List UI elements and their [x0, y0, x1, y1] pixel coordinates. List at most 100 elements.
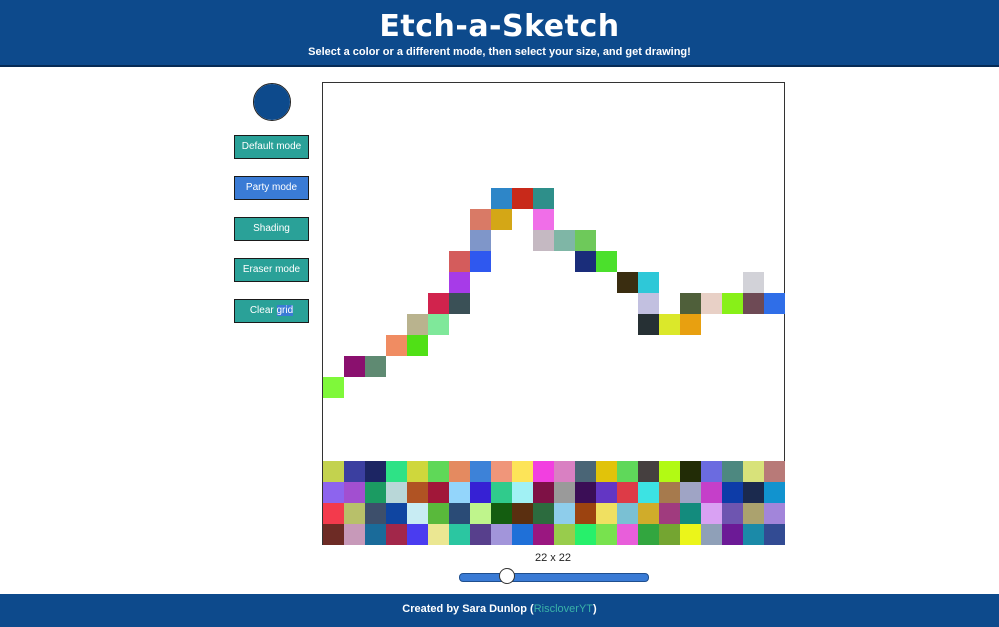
- grid-cell[interactable]: [323, 104, 344, 125]
- grid-cell[interactable]: [323, 167, 344, 188]
- grid-cell[interactable]: [596, 167, 617, 188]
- grid-cell[interactable]: [554, 167, 575, 188]
- grid-cell[interactable]: [512, 461, 533, 482]
- grid-cell[interactable]: [659, 104, 680, 125]
- grid-cell[interactable]: [491, 419, 512, 440]
- grid-cell[interactable]: [428, 335, 449, 356]
- grid-cell[interactable]: [680, 188, 701, 209]
- grid-cell[interactable]: [617, 167, 638, 188]
- grid-cell[interactable]: [722, 482, 743, 503]
- grid-cell[interactable]: [491, 524, 512, 545]
- grid-cell[interactable]: [638, 83, 659, 104]
- grid-cell[interactable]: [449, 461, 470, 482]
- grid-cell[interactable]: [407, 125, 428, 146]
- grid-cell[interactable]: [617, 293, 638, 314]
- grid-cell[interactable]: [617, 356, 638, 377]
- grid-cell[interactable]: [470, 356, 491, 377]
- grid-cell[interactable]: [407, 167, 428, 188]
- grid-cell[interactable]: [428, 461, 449, 482]
- grid-cell[interactable]: [344, 440, 365, 461]
- grid-cell[interactable]: [407, 146, 428, 167]
- grid-cell[interactable]: [701, 209, 722, 230]
- grid-cell[interactable]: [659, 482, 680, 503]
- grid-cell[interactable]: [533, 377, 554, 398]
- grid-cell[interactable]: [764, 209, 785, 230]
- grid-cell[interactable]: [764, 419, 785, 440]
- grid-cell[interactable]: [533, 272, 554, 293]
- grid-cell[interactable]: [470, 503, 491, 524]
- grid-cell[interactable]: [764, 272, 785, 293]
- eraser-mode-button[interactable]: Eraser mode: [234, 258, 309, 282]
- grid-cell[interactable]: [575, 524, 596, 545]
- grid-cell[interactable]: [680, 524, 701, 545]
- grid-cell[interactable]: [659, 251, 680, 272]
- default-mode-button[interactable]: Default mode: [234, 135, 309, 159]
- grid-cell[interactable]: [470, 461, 491, 482]
- grid-cell[interactable]: [638, 398, 659, 419]
- grid-cell[interactable]: [470, 314, 491, 335]
- grid-cell[interactable]: [512, 251, 533, 272]
- grid-cell[interactable]: [491, 251, 512, 272]
- grid-cell[interactable]: [575, 146, 596, 167]
- grid-cell[interactable]: [575, 461, 596, 482]
- grid-cell[interactable]: [512, 167, 533, 188]
- grid-cell[interactable]: [701, 314, 722, 335]
- grid-cell[interactable]: [386, 146, 407, 167]
- grid-cell[interactable]: [617, 461, 638, 482]
- grid-cell[interactable]: [449, 83, 470, 104]
- grid-cell[interactable]: [323, 503, 344, 524]
- grid-cell[interactable]: [491, 293, 512, 314]
- grid-cell[interactable]: [323, 335, 344, 356]
- grid-cell[interactable]: [365, 146, 386, 167]
- grid-cell[interactable]: [449, 314, 470, 335]
- grid-cell[interactable]: [428, 104, 449, 125]
- grid-cell[interactable]: [533, 335, 554, 356]
- grid-cell[interactable]: [575, 503, 596, 524]
- grid-cell[interactable]: [491, 104, 512, 125]
- grid-cell[interactable]: [491, 377, 512, 398]
- grid-cell[interactable]: [365, 356, 386, 377]
- grid-cell[interactable]: [533, 125, 554, 146]
- grid-cell[interactable]: [596, 251, 617, 272]
- grid-cell[interactable]: [533, 356, 554, 377]
- grid-cell[interactable]: [722, 398, 743, 419]
- grid-cell[interactable]: [638, 524, 659, 545]
- grid-cell[interactable]: [470, 440, 491, 461]
- grid-cell[interactable]: [428, 230, 449, 251]
- grid-cell[interactable]: [764, 335, 785, 356]
- grid-cell[interactable]: [659, 83, 680, 104]
- grid-cell[interactable]: [449, 482, 470, 503]
- grid-cell[interactable]: [680, 146, 701, 167]
- grid-cell[interactable]: [764, 377, 785, 398]
- grid-cell[interactable]: [512, 356, 533, 377]
- grid-cell[interactable]: [722, 335, 743, 356]
- grid-cell[interactable]: [764, 356, 785, 377]
- party-mode-button[interactable]: Party mode: [234, 176, 309, 200]
- grid-cell[interactable]: [743, 230, 764, 251]
- grid-cell[interactable]: [491, 503, 512, 524]
- grid-cell[interactable]: [764, 125, 785, 146]
- grid-cell[interactable]: [449, 419, 470, 440]
- grid-cell[interactable]: [533, 209, 554, 230]
- grid-cell[interactable]: [701, 482, 722, 503]
- grid-cell[interactable]: [407, 188, 428, 209]
- grid-cell[interactable]: [323, 272, 344, 293]
- grid-cell[interactable]: [407, 377, 428, 398]
- grid-cell[interactable]: [365, 251, 386, 272]
- grid-cell[interactable]: [512, 419, 533, 440]
- grid-cell[interactable]: [533, 167, 554, 188]
- grid-cell[interactable]: [386, 83, 407, 104]
- grid-cell[interactable]: [554, 503, 575, 524]
- shading-button[interactable]: Shading: [234, 217, 309, 241]
- grid-cell[interactable]: [659, 356, 680, 377]
- grid-cell[interactable]: [554, 356, 575, 377]
- grid-cell[interactable]: [470, 251, 491, 272]
- grid-cell[interactable]: [722, 167, 743, 188]
- grid-cell[interactable]: [407, 482, 428, 503]
- grid-cell[interactable]: [449, 146, 470, 167]
- grid-cell[interactable]: [344, 251, 365, 272]
- grid-cell[interactable]: [470, 377, 491, 398]
- grid-cell[interactable]: [344, 503, 365, 524]
- grid-cell[interactable]: [407, 419, 428, 440]
- grid-cell[interactable]: [344, 104, 365, 125]
